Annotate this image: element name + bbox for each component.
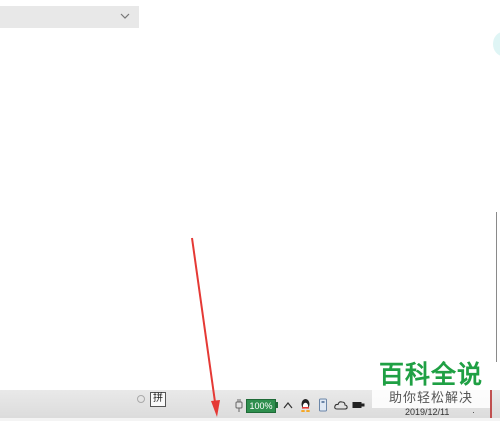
chevron-down-icon[interactable] [119, 10, 131, 22]
watermark-title: 百科全说 [378, 360, 483, 389]
battery-tip [276, 402, 278, 408]
caret-up-icon[interactable] [283, 398, 293, 412]
battery-indicator[interactable]: 100% [246, 399, 276, 413]
arrow-shaft [191, 237, 216, 403]
ime-indicator[interactable]: 拼 [150, 392, 166, 407]
speaker-icon[interactable] [352, 398, 365, 412]
watermark: 百科全说 助你轻松解决 [372, 360, 490, 412]
plug-icon[interactable] [234, 398, 244, 412]
qq-penguin-icon[interactable] [300, 398, 311, 412]
annotation-arrow [191, 237, 220, 417]
ime-mode-icon[interactable] [137, 395, 145, 403]
scrollbar[interactable] [496, 212, 497, 362]
cloud-icon[interactable] [334, 398, 348, 412]
usb-drive-icon[interactable] [318, 398, 328, 412]
show-desktop-button[interactable] [490, 390, 492, 418]
screen: 拼 100% 2019/12/11 · 百科全说 助你轻松解决 [0, 0, 500, 421]
watermark-subtitle: 助你轻松解决 [372, 390, 490, 408]
top-dropdown[interactable] [0, 6, 139, 28]
edge-circle [493, 32, 500, 56]
